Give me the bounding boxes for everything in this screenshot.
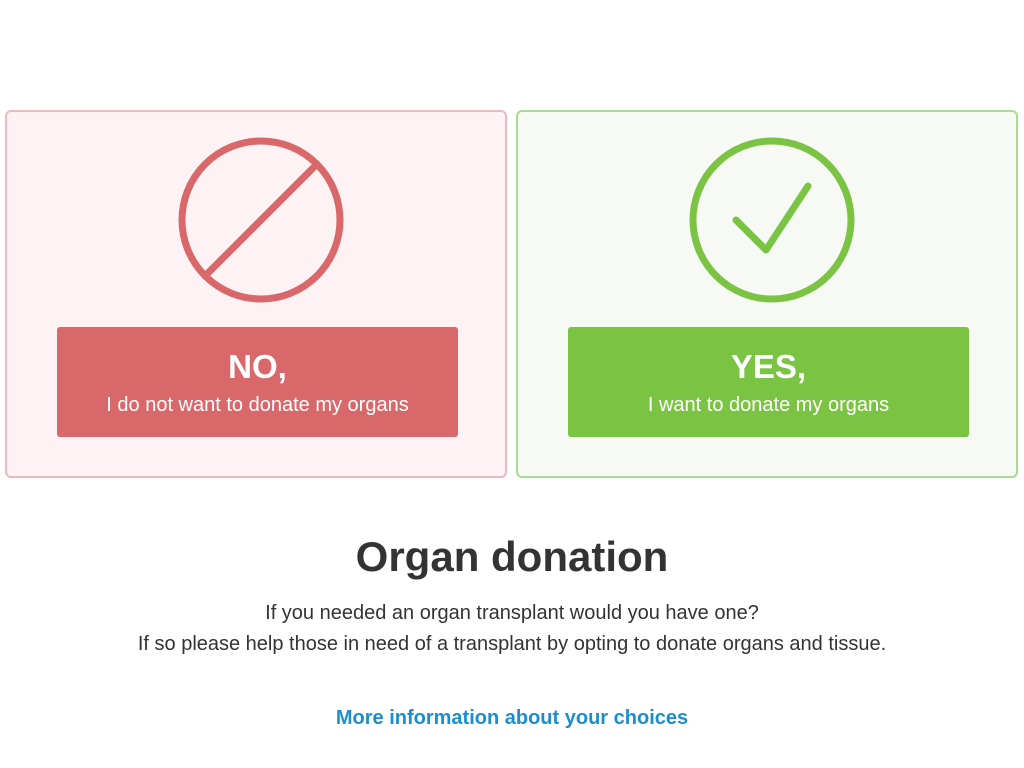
no-button-title: NO, — [228, 348, 287, 385]
prohibited-icon — [177, 136, 345, 304]
no-button[interactable]: NO, I do not want to donate my organs — [57, 327, 458, 437]
description-line-2: If so please help those in need of a tra… — [137, 633, 887, 655]
more-info-link[interactable]: More information about your choices — [336, 707, 688, 729]
yes-card[interactable]: YES, I want to donate my organs — [516, 110, 1018, 478]
checkmark-circle-icon — [688, 136, 856, 304]
description: If you needed an organ transplant would … — [0, 598, 1024, 660]
choice-cards: NO, I do not want to donate my organs YE… — [5, 110, 1021, 482]
no-card[interactable]: NO, I do not want to donate my organs — [5, 110, 507, 478]
organ-donation-page: NO, I do not want to donate my organs YE… — [0, 0, 1024, 768]
page-title: Organ donation — [355, 533, 669, 580]
yes-button-subtitle: I want to donate my organs — [647, 394, 890, 416]
description-line-1: If you needed an organ transplant would … — [265, 602, 759, 624]
yes-button-title: YES, — [730, 348, 807, 385]
more-info-container: More information about your choices — [0, 704, 1024, 732]
yes-button[interactable]: YES, I want to donate my organs — [568, 327, 969, 437]
no-button-subtitle: I do not want to donate my organs — [106, 394, 409, 416]
